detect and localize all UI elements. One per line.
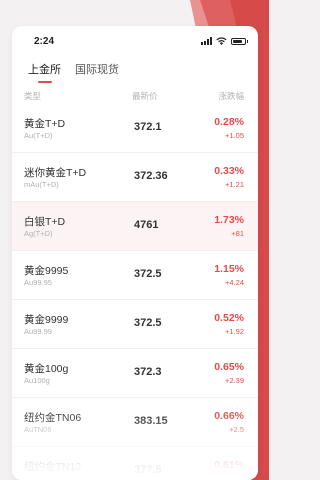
instrument-name: 白银T+D <box>24 216 66 228</box>
quote-row[interactable]: 黄金9999 Au99.99 372.5 0.52% +1.92 <box>12 300 258 349</box>
status-bar: 2:24 <box>12 26 258 56</box>
change-percent: 0.28% <box>214 116 244 128</box>
latest-price: 372.5 <box>134 268 162 280</box>
quote-row[interactable]: 黄金100g Au100g 372.3 0.65% +2.39 <box>12 349 258 398</box>
change-percent: 0.65% <box>214 361 244 373</box>
quote-row[interactable]: 纽约金TN12 377.5 0.61% <box>12 447 258 480</box>
status-time: 2:24 <box>34 36 55 47</box>
quote-row[interactable]: 迷你黄金T+D mAu(T+D) 372.36 0.33% +1.21 <box>12 153 258 202</box>
instrument-name: 黄金T+D <box>24 118 66 130</box>
quote-row[interactable]: 黄金T+D Au(T+D) 372.1 0.28% +1.05 <box>12 104 258 153</box>
change-amount: +1.05 <box>225 131 244 140</box>
change-amount: +4.24 <box>225 278 244 287</box>
tab-sge[interactable]: 上金所 <box>28 61 61 77</box>
quote-list: 黄金T+D Au(T+D) 372.1 0.28% +1.05 迷你黄金T+D … <box>12 104 258 480</box>
change-amount: +1.92 <box>225 327 244 336</box>
instrument-code: Au99.99 <box>24 327 52 336</box>
instrument-name: 纽约金TN06 <box>24 412 82 424</box>
column-type: 类型 <box>24 91 42 101</box>
latest-price: 372.36 <box>134 170 168 182</box>
instrument-code: Au99.95 <box>24 278 52 287</box>
latest-price: 372.3 <box>134 366 162 378</box>
instrument-name: 黄金9995 <box>24 265 69 277</box>
table-header: 类型 最新价 涨跌幅 <box>12 86 258 104</box>
column-change: 涨跌幅 <box>218 91 244 101</box>
status-icons <box>201 37 248 45</box>
change-amount: +81 <box>231 229 244 238</box>
latest-price: 4761 <box>134 219 159 231</box>
change-amount: +2.5 <box>229 425 244 434</box>
instrument-code: AuTN06 <box>24 425 52 434</box>
instrument-name: 迷你黄金T+D <box>24 167 87 179</box>
tab-international-spot[interactable]: 国际现货 <box>75 61 119 77</box>
change-percent: 0.61% <box>214 459 244 471</box>
battery-icon <box>231 37 248 45</box>
latest-price: 372.1 <box>134 121 162 133</box>
quotes-card: 2:24 上金所 国际现货 类型 最新价 涨跌幅 黄金T+D Au(T+D) 3… <box>12 26 258 480</box>
latest-price: 372.5 <box>134 317 162 329</box>
change-percent: 0.33% <box>214 165 244 177</box>
instrument-code: Au100g <box>24 376 50 385</box>
column-latest-price: 最新价 <box>132 91 158 101</box>
change-percent: 0.66% <box>214 410 244 422</box>
signal-icon <box>201 37 212 45</box>
instrument-code: Ag(T+D) <box>24 229 53 238</box>
market-tabs: 上金所 国际现货 <box>12 56 258 82</box>
latest-price: 377.5 <box>134 464 162 476</box>
latest-price: 383.15 <box>134 415 168 427</box>
instrument-name: 纽约金TN12 <box>24 461 82 473</box>
change-amount: +2.39 <box>225 376 244 385</box>
instrument-name: 黄金9999 <box>24 314 69 326</box>
instrument-code: Au(T+D) <box>24 131 53 140</box>
quote-row[interactable]: 白银T+D Ag(T+D) 4761 1.73% +81 <box>12 202 258 251</box>
change-percent: 0.52% <box>214 312 244 324</box>
change-percent: 1.73% <box>214 214 244 226</box>
change-amount: +1.21 <box>225 180 244 189</box>
quote-row[interactable]: 黄金9995 Au99.95 372.5 1.15% +4.24 <box>12 251 258 300</box>
instrument-code: mAu(T+D) <box>24 180 59 189</box>
quote-row[interactable]: 纽约金TN06 AuTN06 383.15 0.66% +2.5 <box>12 398 258 447</box>
wifi-icon <box>216 37 227 45</box>
change-percent: 1.15% <box>214 263 244 275</box>
instrument-name: 黄金100g <box>24 363 69 375</box>
